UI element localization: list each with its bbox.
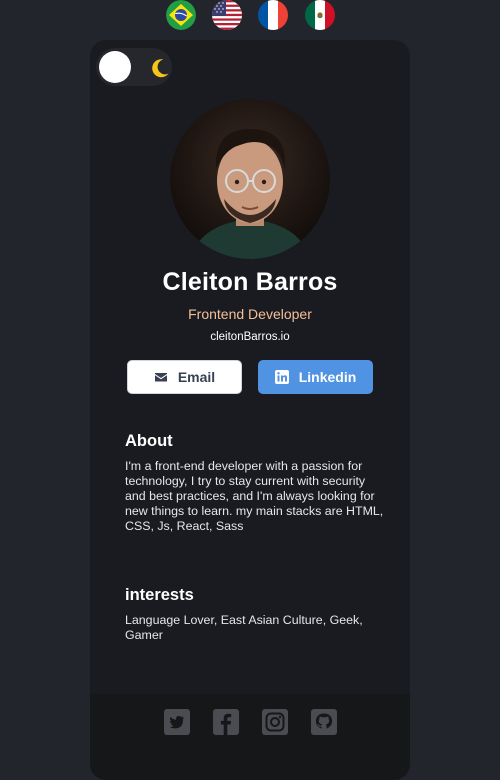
instagram-icon[interactable] <box>262 709 288 735</box>
usa-flag-icon[interactable] <box>212 0 242 30</box>
github-icon[interactable] <box>311 709 337 735</box>
brazil-flag-icon[interactable] <box>166 0 196 30</box>
linkedin-icon <box>274 370 289 384</box>
france-flag-icon[interactable] <box>258 0 288 30</box>
email-button[interactable]: Email <box>127 360 242 394</box>
interests-text: Language Lover, East Asian Culture, Geek… <box>125 613 363 642</box>
envelope-icon <box>154 373 167 382</box>
profile-card: Cleiton Barros Frontend Developer cleito… <box>90 40 410 780</box>
linkedin-button-label: Linkedin <box>298 369 357 385</box>
profile-role: Frontend Developer <box>188 306 312 322</box>
language-selector <box>0 0 500 32</box>
email-button-label: Email <box>177 369 216 385</box>
twitter-icon[interactable] <box>164 709 190 735</box>
avatar <box>170 99 330 259</box>
linkedin-button[interactable]: Linkedin <box>258 360 373 394</box>
about-text: I'm a front-end developer with a passion… <box>125 459 384 533</box>
facebook-icon[interactable] <box>213 709 239 735</box>
toggle-knob <box>99 51 131 83</box>
profile-name: Cleiton Barros <box>162 268 338 296</box>
mexico-flag-icon[interactable] <box>305 0 335 30</box>
about-title: About <box>125 432 173 450</box>
social-footer <box>90 694 410 780</box>
theme-toggle[interactable] <box>96 48 172 86</box>
interests-title: interests <box>125 586 194 604</box>
profile-website[interactable]: cleitonBarros.io <box>90 331 410 343</box>
moon-icon <box>152 59 169 78</box>
